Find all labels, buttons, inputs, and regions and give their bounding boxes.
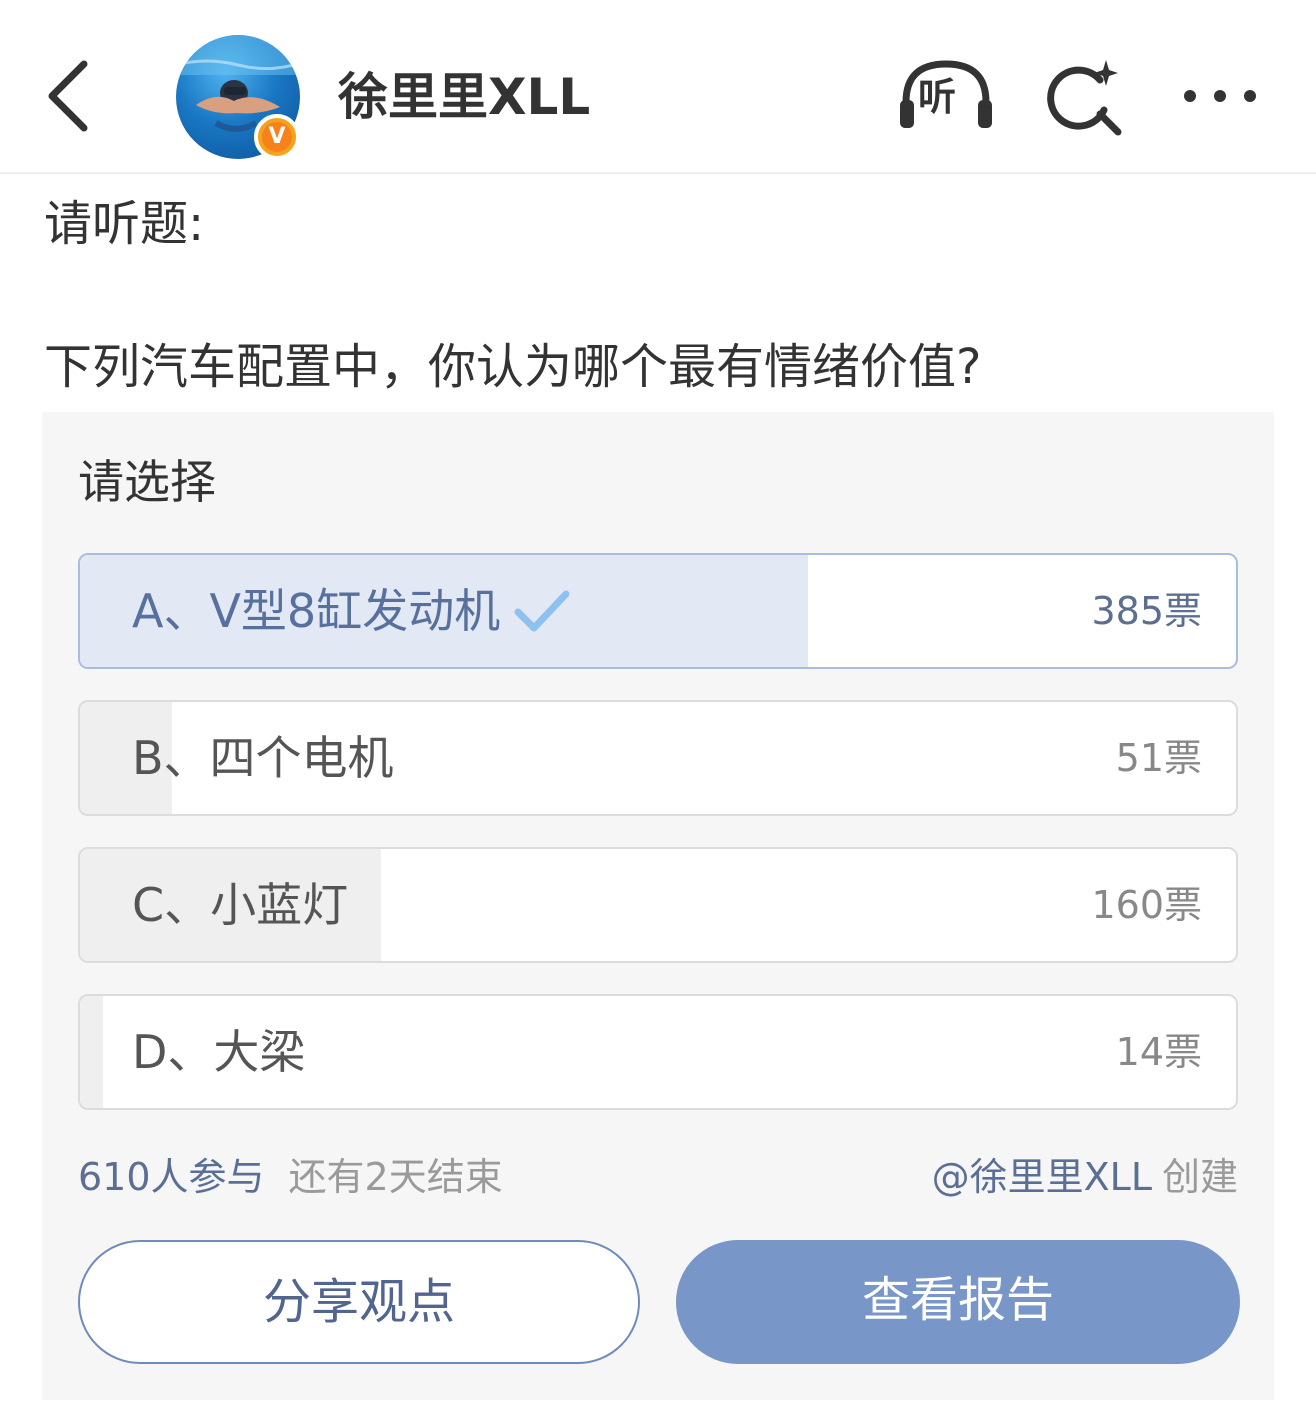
- verified-badge-icon: V: [254, 114, 300, 160]
- vote-count: 51票: [1115, 736, 1202, 780]
- poll-creator: @徐里里XLL 创建: [932, 1152, 1238, 1202]
- search-sparkle-icon[interactable]: [1044, 58, 1126, 140]
- post-title: 请听题:: [44, 196, 205, 252]
- poll-option-c[interactable]: C、小蓝灯 160票: [78, 847, 1238, 963]
- poll-option-a[interactable]: A、V型8缸发动机 385票: [78, 553, 1238, 669]
- view-report-button[interactable]: 查看报告: [676, 1240, 1240, 1364]
- option-label: A、V型8缸发动机: [132, 584, 501, 638]
- back-arrow-icon[interactable]: [40, 58, 100, 134]
- vote-count: 160票: [1091, 883, 1202, 927]
- vote-share-bar: [80, 996, 104, 1108]
- author-name[interactable]: 徐里里XLL: [338, 66, 590, 128]
- option-label: D、大梁: [132, 1025, 306, 1079]
- listen-label: 听: [918, 75, 957, 119]
- listen-headphones-icon[interactable]: 听: [896, 58, 996, 134]
- poll-card: 请选择 A、V型8缸发动机 385票 B、四个电机 51票 C、小蓝灯 160票…: [42, 412, 1274, 1400]
- creator-link[interactable]: @徐里里XLL: [932, 1155, 1152, 1199]
- participant-count: 610人参与: [78, 1155, 265, 1199]
- poll-prompt: 请选择: [78, 455, 216, 509]
- poll-meta: 610人参与 还有2天结束: [78, 1152, 503, 1202]
- vote-count: 14票: [1115, 1030, 1202, 1074]
- poll-option-d[interactable]: D、大梁 14票: [78, 994, 1238, 1110]
- option-label: B、四个电机: [132, 731, 394, 785]
- check-icon: [514, 590, 570, 632]
- vote-count: 385票: [1091, 589, 1202, 633]
- creator-suffix: 创建: [1161, 1155, 1238, 1199]
- top-bar: V 徐里里XLL 听: [0, 0, 1316, 174]
- poll-option-b[interactable]: B、四个电机 51票: [78, 700, 1238, 816]
- poll-question: 下列汽车配置中，你认为哪个最有情绪价值?: [44, 339, 982, 395]
- more-icon[interactable]: [1178, 76, 1262, 116]
- option-label: C、小蓝灯: [132, 878, 349, 932]
- poll-deadline: 还有2天结束: [288, 1155, 503, 1199]
- share-opinion-button[interactable]: 分享观点: [78, 1240, 640, 1364]
